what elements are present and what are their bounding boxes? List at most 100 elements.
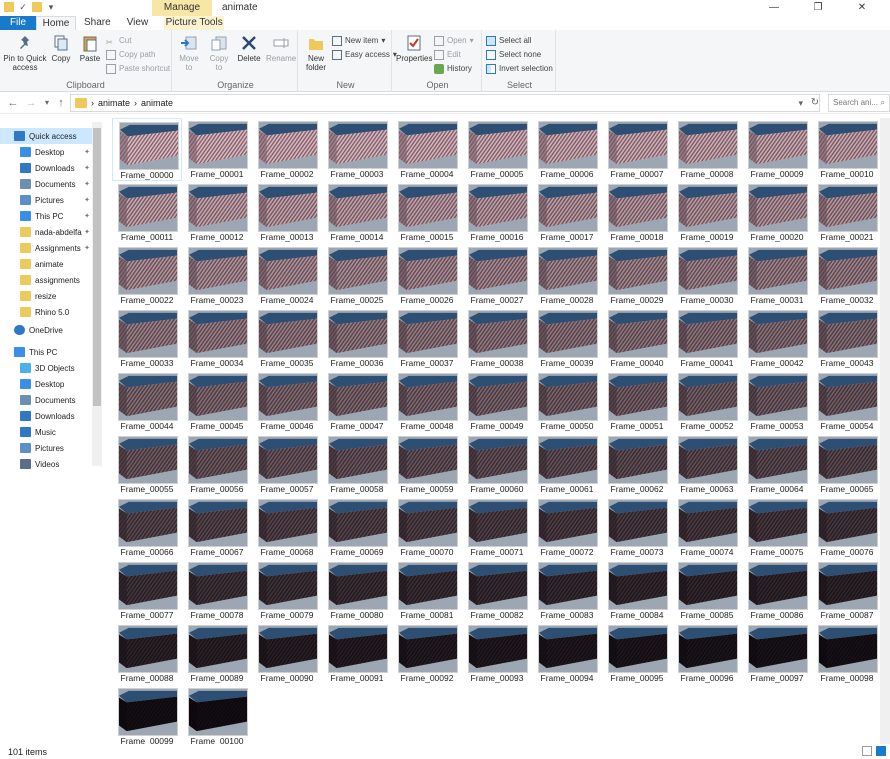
file-item[interactable]: Frame_00011 [112,181,182,244]
close-icon[interactable]: ✕ [840,0,884,16]
pin-icon[interactable]: ✦ [84,164,90,172]
new-item-button[interactable]: New item ▾ [332,34,385,47]
file-item[interactable]: Frame_00031 [742,244,812,307]
file-item[interactable]: Frame_00070 [392,496,462,559]
file-item[interactable]: Frame_00062 [602,433,672,496]
file-item[interactable]: Frame_00010 [812,118,882,181]
file-item[interactable]: Frame_00072 [532,496,602,559]
sidebar-item[interactable]: Desktop ✦ [0,144,92,160]
file-item[interactable]: Frame_00030 [672,244,742,307]
file-item[interactable]: Frame_00017 [532,181,602,244]
file-item[interactable]: Frame_00081 [392,559,462,622]
sidebar-item[interactable]: Desktop [0,376,92,392]
file-item[interactable]: Frame_00066 [112,496,182,559]
file-item[interactable]: Frame_00055 [112,433,182,496]
file-item[interactable]: Frame_00018 [602,181,672,244]
sidebar-item[interactable]: nada-abdelfa ✦ [0,224,92,240]
file-item[interactable]: Frame_00041 [672,307,742,370]
file-item[interactable]: Frame_00049 [462,370,532,433]
forward-arrow-icon[interactable]: → [24,96,38,110]
file-item[interactable]: Frame_00083 [532,559,602,622]
sidebar-item[interactable]: 3D Objects [0,360,92,376]
sidebar-item[interactable]: OneDrive [0,322,92,338]
refresh-icon[interactable]: ↻ [808,96,822,110]
tab-share[interactable]: Share [76,16,119,30]
copy-path-button[interactable]: Copy path [106,48,155,61]
minimize-icon[interactable]: — [752,0,796,16]
file-item[interactable]: Frame_00057 [252,433,322,496]
tab-manage[interactable]: Manage [152,0,212,16]
file-item[interactable]: Frame_00064 [742,433,812,496]
file-item[interactable]: Frame_00003 [322,118,392,181]
pin-icon[interactable]: ✦ [84,180,90,188]
file-item[interactable]: Frame_00006 [532,118,602,181]
back-arrow-icon[interactable]: ← [6,96,20,110]
file-item[interactable]: Frame_00092 [392,622,462,685]
copy-to-button[interactable]: Copy to [206,34,232,72]
file-item[interactable]: Frame_00059 [392,433,462,496]
file-item[interactable]: Frame_00029 [602,244,672,307]
file-item[interactable]: Frame_00076 [812,496,882,559]
file-item[interactable]: Frame_00004 [392,118,462,181]
file-item[interactable]: Frame_00085 [672,559,742,622]
file-item[interactable]: Frame_00046 [252,370,322,433]
file-item[interactable]: Frame_00078 [182,559,252,622]
file-item[interactable]: Frame_00074 [672,496,742,559]
file-item[interactable]: Frame_00068 [252,496,322,559]
sidebar-item[interactable]: Rhino 5.0 [0,304,92,320]
copy-button[interactable]: Copy [50,34,72,63]
file-item[interactable]: Frame_00054 [812,370,882,433]
file-item[interactable]: Frame_00096 [672,622,742,685]
paste-shortcut-button[interactable]: Paste shortcut [106,62,170,75]
tab-file[interactable]: File [0,16,36,30]
file-item[interactable]: Frame_00023 [182,244,252,307]
pin-icon[interactable]: ✦ [84,212,90,220]
file-item[interactable]: Frame_00025 [322,244,392,307]
properties-button[interactable]: Properties [396,34,432,63]
sidebar-item[interactable]: Assignments ✦ [0,240,92,256]
file-item[interactable]: Frame_00088 [112,622,182,685]
file-item[interactable]: Frame_00040 [602,307,672,370]
file-item[interactable]: Frame_00020 [742,181,812,244]
file-item[interactable]: Frame_00073 [602,496,672,559]
pin-icon[interactable]: ✦ [84,244,90,252]
file-item[interactable]: Frame_00044 [112,370,182,433]
paste-button[interactable]: Paste [78,34,102,63]
sidebar-item[interactable]: This PC [0,344,92,360]
sidebar-item[interactable]: Downloads [0,408,92,424]
file-item[interactable]: Frame_00093 [462,622,532,685]
file-item[interactable]: Frame_00050 [532,370,602,433]
breadcrumb-animate-2[interactable]: animate [141,98,173,108]
file-item[interactable]: Frame_00013 [252,181,322,244]
new-folder-button[interactable]: New folder [302,34,330,72]
sidebar-item[interactable]: Music [0,424,92,440]
file-item[interactable]: Frame_00048 [392,370,462,433]
file-item[interactable]: Frame_00015 [392,181,462,244]
file-item[interactable]: Frame_00002 [252,118,322,181]
chevron-down-icon[interactable]: ▾ [798,98,803,109]
file-item[interactable]: Frame_00060 [462,433,532,496]
path-box[interactable]: › animate › animate ▾ [70,94,820,112]
file-item[interactable]: Frame_00079 [252,559,322,622]
sidebar-item[interactable]: Quick access [0,128,92,144]
sidebar-item[interactable]: Pictures [0,440,92,456]
large-icons-view-icon[interactable] [876,746,886,756]
file-item[interactable]: Frame_00087 [812,559,882,622]
file-item[interactable]: Frame_00008 [672,118,742,181]
file-item[interactable]: Frame_00042 [742,307,812,370]
chevron-down-icon[interactable]: ▾ [46,2,56,12]
recent-chevron-icon[interactable]: ▾ [40,96,54,110]
pin-icon[interactable]: ✦ [84,228,90,236]
tab-home[interactable]: Home [36,16,76,30]
file-item[interactable]: Frame_00053 [742,370,812,433]
maximize-icon[interactable]: ❐ [796,0,840,16]
move-to-button[interactable]: Move to [176,34,202,72]
file-item[interactable]: Frame_00001 [182,118,252,181]
file-item[interactable]: Frame_00036 [322,307,392,370]
sidebar-item[interactable]: Videos [0,456,92,472]
file-item[interactable]: Frame_00082 [462,559,532,622]
file-item[interactable]: Frame_00077 [112,559,182,622]
file-item[interactable]: Frame_00065 [812,433,882,496]
easy-access-button[interactable]: Easy access ▾ [332,48,397,61]
file-item[interactable]: Frame_00047 [322,370,392,433]
